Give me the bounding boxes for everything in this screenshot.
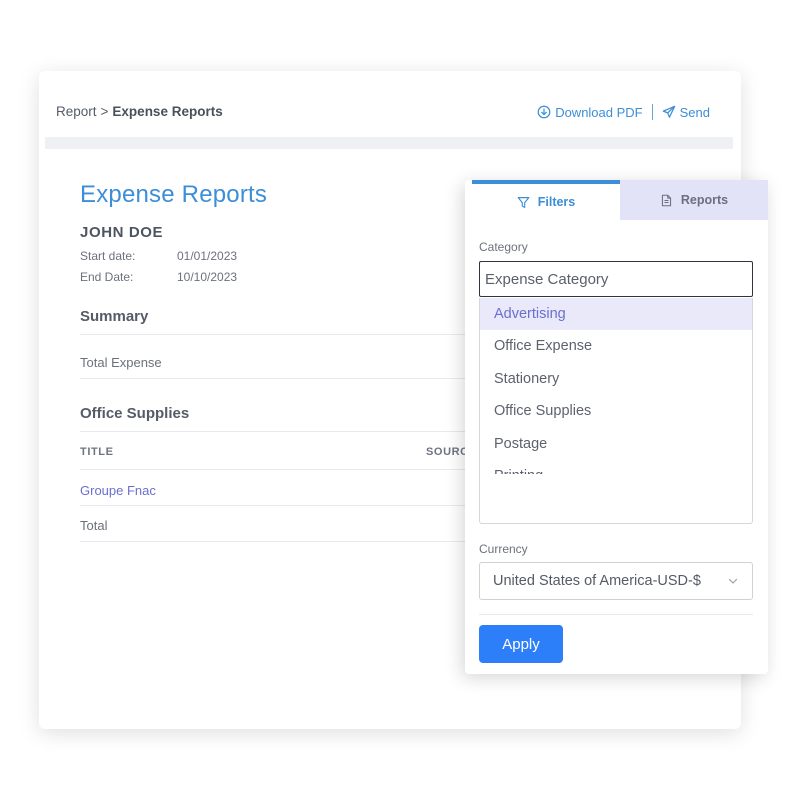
employee-name: JOHN DOE bbox=[80, 224, 164, 241]
category-option-advertising[interactable]: Advertising bbox=[480, 298, 752, 331]
table-total-row: Total bbox=[80, 506, 500, 541]
breadcrumb-separator: > bbox=[100, 104, 109, 119]
category-option-office-expense[interactable]: Office Expense bbox=[480, 330, 752, 362]
office-supplies-heading: Office Supplies bbox=[80, 405, 190, 422]
end-date-value: 10/10/2023 bbox=[177, 270, 238, 284]
document-icon bbox=[661, 194, 671, 206]
tab-filters-label: Filters bbox=[537, 195, 576, 209]
report-header: Report > Expense Reports Download PDF Send bbox=[39, 71, 731, 137]
total-expense-label: Total Expense bbox=[80, 355, 162, 370]
page-title: Expense Reports bbox=[80, 181, 268, 208]
summary-bottom-divider bbox=[80, 378, 500, 379]
currency-select[interactable]: United States of America-USD-$ bbox=[479, 562, 753, 600]
action-divider bbox=[651, 104, 653, 120]
category-option-office-supplies[interactable]: Office Supplies bbox=[480, 395, 752, 427]
category-option-stationery[interactable]: Stationery bbox=[480, 363, 752, 395]
panel-divider bbox=[479, 614, 753, 615]
breadcrumb: Report > Expense Reports bbox=[56, 104, 223, 119]
category-dropdown[interactable]: Advertising Office Expense Stationery Of… bbox=[479, 298, 753, 524]
breadcrumb-current: Expense Reports bbox=[112, 104, 223, 119]
send-label: Send bbox=[679, 104, 710, 120]
category-option-printing[interactable]: Printing bbox=[480, 460, 752, 474]
currency-label: Currency bbox=[479, 542, 528, 556]
header-actions: Download PDF Send bbox=[537, 104, 710, 120]
tab-filters[interactable]: Filters bbox=[472, 180, 620, 220]
download-icon bbox=[537, 105, 551, 119]
start-date-label: Start date: bbox=[80, 249, 136, 263]
send-icon bbox=[662, 105, 675, 118]
column-title: TITLE bbox=[80, 446, 114, 458]
send-button[interactable]: Send bbox=[662, 105, 710, 120]
start-date-value: 01/01/2023 bbox=[177, 249, 238, 263]
download-pdf-button[interactable]: Download PDF bbox=[537, 104, 643, 120]
category-option-postage[interactable]: Postage bbox=[480, 428, 752, 460]
category-options-viewport: Advertising Office Expense Stationery Of… bbox=[480, 298, 752, 474]
table-header: TITLE SOURC bbox=[80, 432, 500, 469]
table-bottom-divider bbox=[80, 541, 500, 542]
tab-reports[interactable]: Reports bbox=[620, 180, 768, 220]
filter-icon bbox=[517, 196, 530, 208]
column-source: SOURC bbox=[426, 446, 469, 458]
summary-heading: Summary bbox=[80, 308, 149, 325]
row-title-link[interactable]: Groupe Fnac bbox=[80, 483, 156, 498]
summary-divider bbox=[80, 334, 500, 335]
filter-tabs: Filters Reports bbox=[472, 180, 768, 220]
header-divider-band bbox=[45, 137, 733, 149]
chevron-down-icon bbox=[728, 578, 738, 584]
currency-value: United States of America-USD-$ bbox=[493, 573, 701, 589]
category-search-input[interactable] bbox=[479, 261, 753, 297]
start-date-row: Start date: 01/01/2023 bbox=[80, 249, 500, 263]
filters-panel: Filters Reports Category Advertising Off… bbox=[465, 180, 768, 674]
category-label: Category bbox=[479, 240, 528, 254]
report-document: Expense Reports JOHN DOE Start date: 01/… bbox=[80, 181, 500, 542]
breadcrumb-root[interactable]: Report bbox=[56, 104, 97, 119]
total-label: Total bbox=[80, 518, 108, 533]
end-date-row: End Date: 10/10/2023 bbox=[80, 270, 500, 284]
download-pdf-label: Download PDF bbox=[555, 104, 643, 120]
table-row: Groupe Fnac bbox=[80, 470, 500, 505]
end-date-label: End Date: bbox=[80, 270, 134, 284]
tab-reports-label: Reports bbox=[680, 193, 729, 207]
apply-button[interactable]: Apply bbox=[479, 625, 563, 663]
